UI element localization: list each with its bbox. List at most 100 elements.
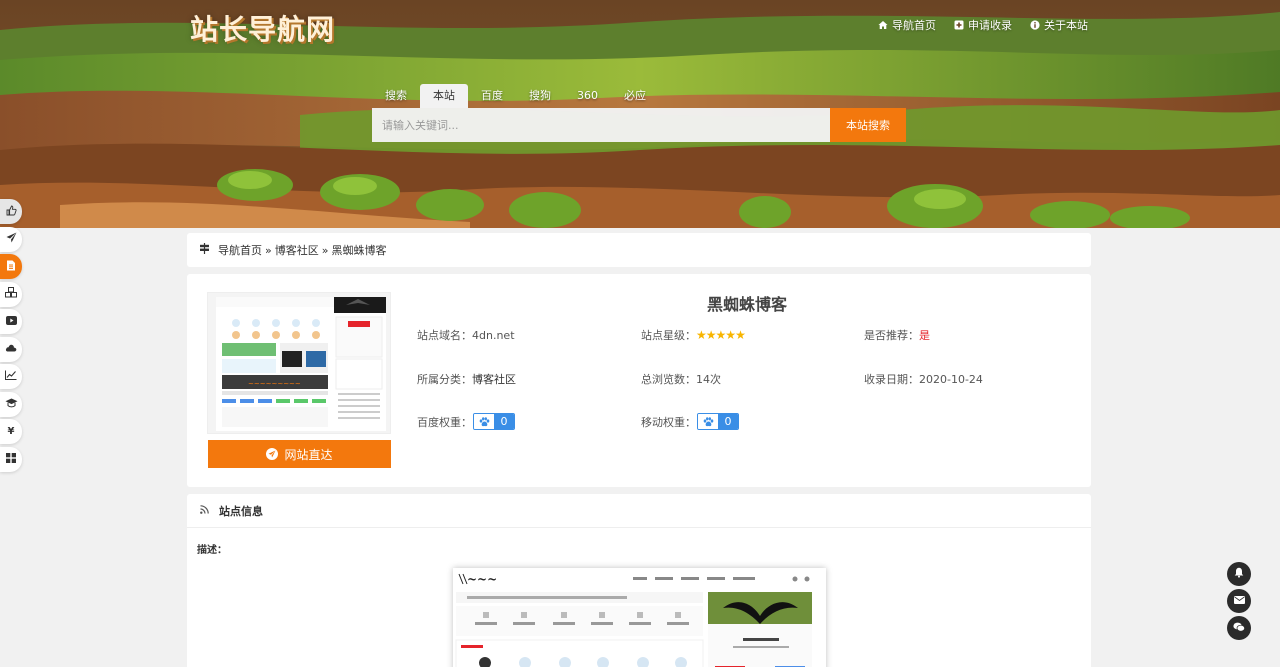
right-float-tools [1227,562,1251,643]
mobile-weight-label: 移动权重： [641,415,696,429]
site-info-header: 站点信息 [187,494,1091,528]
grid-icon [6,452,16,466]
breadcrumb: 导航首页 » 博客社区 » 黑蜘蛛博客 [187,233,1091,267]
rating-stars: ★★★★★ [696,328,746,342]
site-info-title: 站点信息 [219,504,263,518]
baidu-weight-badge[interactable]: 0 [473,413,515,430]
baidu-weight-label: 百度权重： [417,415,472,429]
paw-icon [698,414,718,429]
field-rating: 站点星级： ★★★★★ [641,327,746,343]
sidebar-btn-cubes[interactable] [0,281,22,307]
breadcrumb-separator: » [321,243,329,257]
nav-home-label: 导航首页 [892,19,936,32]
search-button[interactable]: 本站搜索 [830,108,906,142]
line-chart-icon [5,370,17,383]
field-category: 所属分类： 博客社区 [417,371,516,387]
document-icon [6,260,16,274]
breadcrumb-current: 黑蜘蛛博客 [331,244,387,257]
notification-button[interactable] [1227,562,1251,586]
field-domain: 站点域名： 4dn.net [417,327,515,343]
search-tab-360[interactable]: 360 [564,84,611,108]
site-logo[interactable]: 站长导航网 [190,8,335,48]
mobile-weight-value: 0 [718,414,738,429]
graduation-cap-icon [5,398,18,411]
sidebar-btn-chart[interactable] [0,364,22,389]
visit-site-button[interactable]: 网站直达 [208,440,391,468]
field-mobile-weight: 移动权重： 0 [641,413,739,430]
date-value: 2020-10-24 [919,372,983,386]
svg-text:~~~: ~~~ [467,572,497,586]
sidebar-btn-finance[interactable]: ¥ [0,419,22,444]
hero-banner: 站长导航网 导航首页 申请收录 关于本站 搜索 本站 百度 搜狗 360 必应 [0,0,1280,228]
wechat-button[interactable] [1227,616,1251,640]
visit-site-label: 网站直达 [284,447,333,462]
nav-submit-link[interactable]: 申请收录 [954,17,1012,33]
paw-icon [474,414,494,429]
star-icon: ★ [735,328,746,342]
site-title: 黑蜘蛛博客 [706,295,787,314]
breadcrumb-home-link[interactable]: 导航首页 [218,242,262,258]
svg-text:~~~~~~~~~: ~~~~~~~~~ [248,380,301,388]
field-views: 总浏览数： 14次 [641,371,721,387]
mail-icon [1233,595,1245,607]
sidebar-btn-send[interactable] [0,226,22,252]
video-icon [5,315,17,328]
nav-about-label: 关于本站 [1044,19,1088,32]
paper-plane-icon [6,232,17,246]
plus-square-icon [954,20,964,30]
site-thumbnail[interactable]: ~~~~~~~~~ [207,292,391,434]
search-tab-bing[interactable]: 必应 [611,84,659,108]
sidebar-btn-recommend[interactable] [0,199,22,224]
nav-about-link[interactable]: 关于本站 [1030,17,1088,33]
sidebar-btn-more[interactable] [0,446,22,472]
search-input[interactable] [372,108,830,142]
site-screenshot: ~~~ [453,568,826,667]
left-category-sidebar: ¥ [0,199,22,474]
category-link[interactable]: 博客社区 [472,371,516,387]
field-baidu-weight: 百度权重： 0 [417,413,515,430]
recommend-value: 是 [919,329,930,342]
domain-value: 4dn.net [472,328,515,342]
cubes-icon [5,287,17,301]
nav-home-link[interactable]: 导航首页 [878,17,936,33]
sidebar-btn-education[interactable] [0,391,22,417]
description-label: 描述： [197,545,227,556]
search-tab-baidu[interactable]: 百度 [468,84,516,108]
nav-submit-label: 申请收录 [968,19,1012,32]
search-engine-tabs: 搜索 本站 百度 搜狗 360 必应 [372,84,659,108]
search-tab-site[interactable]: 本站 [420,84,468,108]
site-detail-card: ~~~~~~~~~ 网站直达 黑蜘蛛博客 站点域名： 4dn.net 站点星级：… [187,274,1091,487]
rss-icon [200,504,209,517]
mobile-weight-badge[interactable]: 0 [697,413,739,430]
search-tab-sogou[interactable]: 搜狗 [516,84,564,108]
wechat-icon [1233,622,1245,635]
search-box: 本站搜索 [372,108,906,142]
bell-icon [1234,567,1244,581]
field-recommend: 是否推荐： 是 [864,327,930,343]
cloud-icon [5,343,17,355]
baidu-weight-value: 0 [494,414,514,429]
breadcrumb-separator: » [265,243,272,257]
star-icon: ★ [696,328,707,342]
top-navigation: 导航首页 申请收录 关于本站 [878,17,1088,33]
views-value: 14次 [696,373,721,386]
domain-label: 站点域名： [417,329,472,342]
recommend-label: 是否推荐： [864,329,919,342]
breadcrumb-signpost-icon [199,243,210,257]
sidebar-btn-cloud[interactable] [0,336,22,362]
home-icon [878,20,888,30]
search-tab-label: 搜索 [385,89,407,102]
sidebar-btn-video[interactable] [0,309,22,334]
info-circle-icon [1030,20,1040,30]
paper-plane-icon [266,448,279,460]
email-button[interactable] [1227,589,1251,613]
yen-icon: ¥ [7,426,15,437]
date-label: 收录日期： [864,373,919,386]
site-info-panel: 站点信息 描述： ~~~ [187,494,1091,667]
views-label: 总浏览数： [641,373,696,386]
star-icon: ★ [715,328,727,342]
sidebar-btn-document[interactable] [0,254,22,279]
category-label: 所属分类： [417,373,472,386]
star-icon: ★ [705,328,717,342]
breadcrumb-category-link[interactable]: 博客社区 [275,242,319,258]
